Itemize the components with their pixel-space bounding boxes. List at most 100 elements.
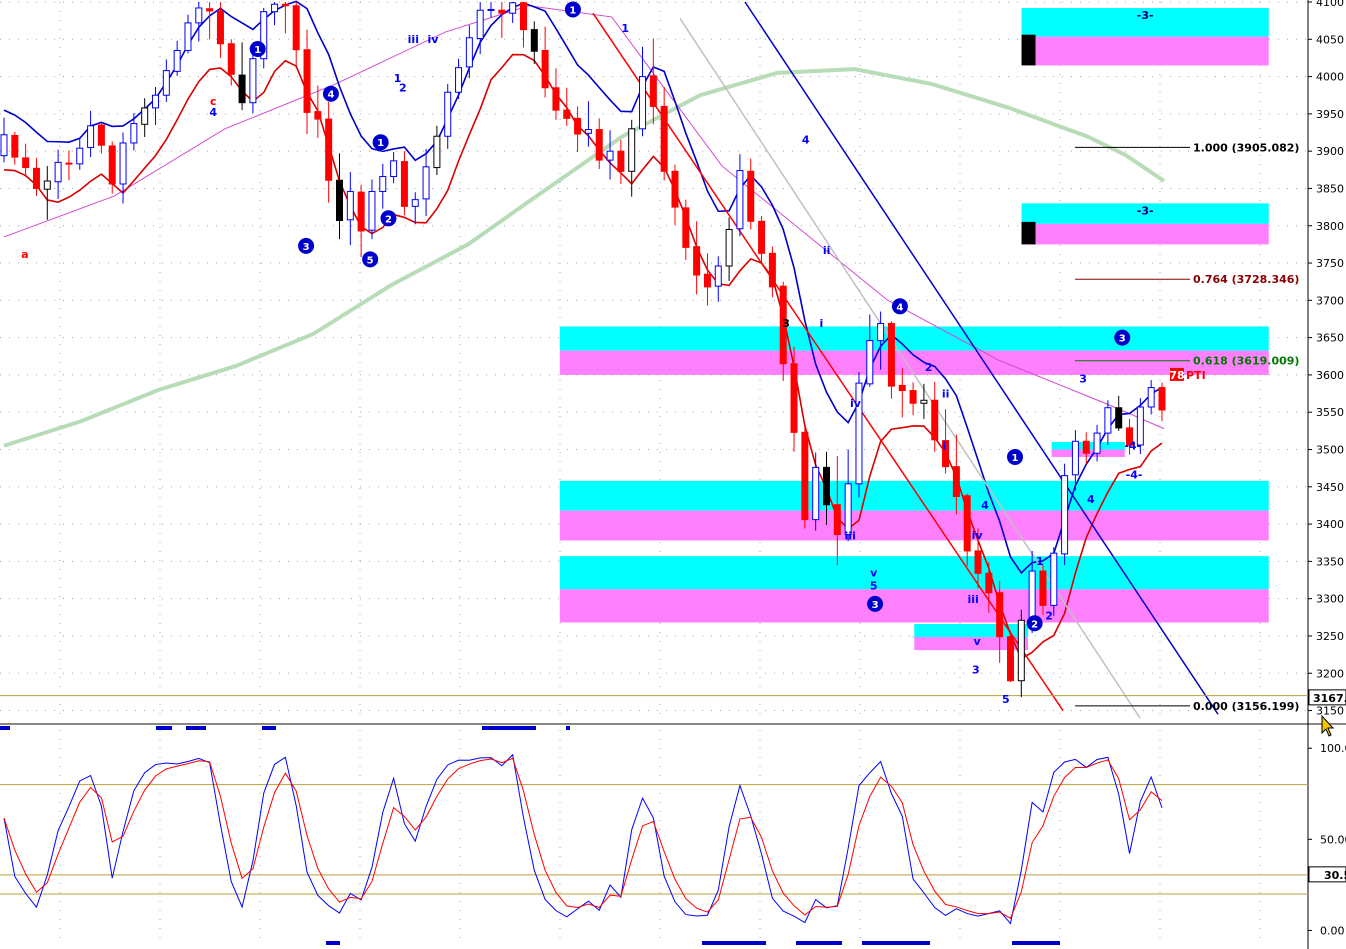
candle-body — [422, 166, 430, 200]
wave-circle-label: 3 — [1119, 334, 1126, 345]
wave-label: 4 — [981, 499, 989, 512]
candle-body — [455, 67, 463, 93]
candle-body — [639, 76, 647, 130]
wave-label: v — [870, 566, 878, 579]
pti-marker-text: PTI — [1186, 369, 1206, 382]
zone-box — [559, 350, 1269, 375]
candle-body — [519, 2, 527, 31]
wave-label: 4 — [802, 134, 810, 147]
stoch-guide-label: 30.5 — [1324, 869, 1346, 882]
candle-body — [584, 129, 592, 134]
wave-circle-label: 3 — [303, 242, 310, 253]
candle-body — [563, 109, 571, 119]
wave-label: iv — [427, 33, 439, 46]
candle-body — [887, 322, 895, 387]
candle-body — [130, 123, 138, 144]
candle-body — [54, 161, 62, 183]
candle-body — [1147, 387, 1155, 408]
candle-body — [465, 37, 473, 68]
zone-marker — [1021, 34, 1036, 66]
candle-body — [292, 5, 300, 51]
candle-body — [1115, 407, 1123, 429]
candle-body — [303, 49, 311, 113]
activity-bar — [862, 941, 930, 945]
wave-label: iv — [972, 529, 984, 542]
candle-body — [0, 134, 8, 157]
wave-label: 3 — [972, 663, 980, 676]
candle-body — [1082, 440, 1090, 454]
axis-tick-label: 3900 — [1316, 145, 1344, 158]
stoch-tick-label: 100.00 — [1320, 742, 1346, 755]
activity-bar — [262, 726, 276, 730]
wave-label: i — [820, 317, 824, 330]
candle-body — [97, 124, 105, 146]
wave-label: 4 — [1087, 493, 1095, 506]
activity-bar — [796, 941, 842, 945]
candle-body — [314, 111, 322, 120]
candle-body — [985, 572, 993, 594]
fib-label: 0.618 (3619.009) — [1193, 355, 1299, 368]
activity-bar — [326, 941, 340, 945]
last-price-label: 3167. — [1313, 692, 1346, 705]
candle-body — [1158, 387, 1166, 411]
candle-body — [65, 162, 73, 165]
candle-body — [714, 265, 722, 287]
wave-label: 1 — [621, 22, 629, 35]
candle-body — [898, 384, 906, 392]
candle-body — [660, 105, 668, 172]
wave-circle-label: 4 — [896, 302, 903, 313]
candle-body — [390, 160, 398, 178]
candle-body — [801, 431, 809, 521]
candle-body — [1071, 440, 1079, 476]
candle-body — [379, 176, 387, 192]
candle-body — [108, 145, 116, 185]
activity-bar — [0, 726, 10, 730]
wave-label: 5 — [1002, 693, 1010, 706]
wave-label: iii — [845, 530, 856, 543]
wave-circle-label: 3 — [872, 600, 879, 611]
candle-body — [920, 399, 928, 404]
candle-body — [1104, 407, 1112, 434]
candle-body — [43, 180, 51, 190]
wave-label: 2 — [1045, 610, 1053, 623]
candle-body — [32, 167, 40, 189]
candle-body — [1006, 636, 1014, 682]
wave-label: ii — [823, 244, 831, 257]
candle-body — [335, 179, 343, 222]
axis-tick-label: 3750 — [1316, 257, 1344, 270]
zone-box — [1021, 36, 1269, 66]
axis-tick-label: 3650 — [1316, 332, 1344, 345]
candle-body — [1039, 570, 1047, 606]
wave-circle-label: 5 — [367, 255, 374, 266]
axis-tick-label: 3250 — [1316, 630, 1344, 643]
pti-marker-number: 78 — [1169, 369, 1184, 382]
activity-bar — [566, 726, 570, 730]
candle-body — [844, 483, 852, 536]
wave-circle-label: 4 — [327, 90, 334, 101]
candle-body — [574, 117, 582, 135]
axis-tick-label: 3300 — [1316, 593, 1344, 606]
candle-body — [530, 29, 538, 52]
axis-tick-label: 3800 — [1316, 220, 1344, 233]
wave-label: 3 — [1079, 372, 1087, 385]
axis-tick-label: 3550 — [1316, 406, 1344, 419]
wave-label: iv — [850, 397, 862, 410]
candle-body — [541, 49, 549, 89]
candle-body — [498, 9, 506, 14]
candle-body — [216, 10, 224, 45]
wave-label: ii — [942, 387, 950, 400]
candle-body — [931, 399, 939, 441]
candle-body — [433, 135, 441, 169]
candle-body — [195, 7, 203, 24]
candle-body — [877, 322, 885, 342]
candle-body — [325, 118, 333, 181]
wave-label: 3 — [782, 317, 790, 330]
candle-body — [173, 49, 181, 72]
fib-label: 0.764 (3728.346) — [1193, 273, 1299, 286]
candle-body — [790, 363, 798, 433]
candle-body — [76, 147, 84, 165]
candle-body — [281, 3, 289, 7]
candle-body — [606, 150, 614, 161]
candle-body — [552, 87, 560, 111]
candle-body — [768, 252, 776, 288]
